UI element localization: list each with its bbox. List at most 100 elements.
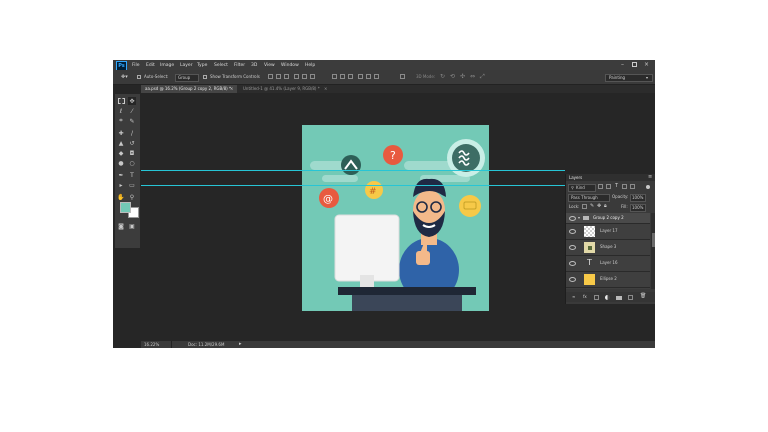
align-bottom-icon[interactable] bbox=[284, 74, 289, 79]
tab-close-icon[interactable]: × bbox=[230, 87, 233, 91]
layer-row[interactable]: T Layer 16 bbox=[566, 256, 650, 272]
screen-mode-icon[interactable]: ▣ bbox=[128, 222, 136, 230]
link-layers-icon[interactable]: ∞ bbox=[572, 295, 575, 299]
menu-3d[interactable]: 3D bbox=[251, 63, 257, 68]
auto-select-checkbox[interactable] bbox=[137, 75, 141, 79]
move-tool-icon[interactable]: ✥▾ bbox=[121, 75, 128, 80]
lock-transparent-icon[interactable] bbox=[582, 204, 587, 209]
minimize-icon[interactable]: – bbox=[621, 61, 624, 69]
zoom-level[interactable]: 16.22% bbox=[144, 343, 159, 347]
menu-view[interactable]: View bbox=[264, 63, 275, 68]
expand-arrow-icon[interactable]: ▾ bbox=[578, 216, 580, 220]
tab-aa-psd[interactable]: aa.psd @ 16.2% (Group 2 copy 2, RGB/8) *… bbox=[141, 85, 237, 93]
move-tool-icon[interactable]: ✥ bbox=[128, 97, 136, 105]
zoom-tool-icon[interactable]: ⚲ bbox=[128, 193, 136, 201]
blur-tool-icon[interactable]: ● bbox=[117, 159, 125, 167]
fill-field[interactable]: 100% bbox=[630, 204, 646, 212]
pen-tool-icon[interactable]: ✒ bbox=[117, 171, 125, 179]
healing-brush-icon[interactable]: ✚ bbox=[117, 129, 125, 137]
foreground-color-swatch[interactable] bbox=[120, 202, 131, 213]
opacity-field[interactable]: 100% bbox=[630, 194, 646, 202]
visibility-eye-icon[interactable] bbox=[569, 229, 576, 234]
visibility-eye-icon[interactable] bbox=[569, 216, 576, 221]
menu-layer[interactable]: Layer bbox=[180, 63, 193, 68]
eyedropper-icon[interactable]: ✎ bbox=[128, 117, 136, 125]
rectangle-tool-icon[interactable]: ▭ bbox=[128, 181, 136, 189]
auto-select-dropdown[interactable]: Group bbox=[175, 74, 199, 82]
marquee-tool-icon[interactable] bbox=[117, 97, 125, 105]
menu-edit[interactable]: Edit bbox=[146, 63, 155, 68]
paint-bucket-icon[interactable]: ◘ bbox=[128, 149, 136, 157]
distribute-vcenter-icon[interactable] bbox=[340, 74, 345, 79]
blend-mode-dropdown[interactable]: Pass Through bbox=[568, 194, 610, 202]
align-vcenter-icon[interactable] bbox=[276, 74, 281, 79]
dodge-tool-icon[interactable]: ○ bbox=[128, 159, 136, 167]
type-tool-icon[interactable]: T bbox=[128, 171, 136, 179]
distribute-hcenter-icon[interactable] bbox=[366, 74, 371, 79]
layer-style-icon[interactable]: fx bbox=[583, 295, 587, 299]
menu-window[interactable]: Window bbox=[281, 63, 299, 68]
distribute-bottom-icon[interactable] bbox=[348, 74, 353, 79]
auto-align-icon[interactable] bbox=[400, 74, 405, 79]
align-left-icon[interactable] bbox=[294, 74, 299, 79]
adjustment-layer-icon[interactable] bbox=[605, 295, 610, 300]
menu-filter[interactable]: Filter bbox=[234, 63, 245, 68]
distribute-right-icon[interactable] bbox=[374, 74, 379, 79]
3d-scale-icon[interactable]: ⤢ bbox=[480, 74, 485, 80]
visibility-eye-icon[interactable] bbox=[569, 277, 576, 282]
layer-row[interactable]: Shape 3 bbox=[566, 240, 650, 256]
panel-menu-icon[interactable]: ≡ bbox=[648, 175, 652, 180]
filter-smart-object-icon[interactable] bbox=[630, 184, 635, 189]
magic-wand-icon[interactable]: ⁄ bbox=[128, 107, 136, 115]
layer-mask-icon[interactable] bbox=[594, 295, 599, 300]
history-brush-icon[interactable]: ↺ bbox=[128, 139, 136, 147]
hand-tool-icon[interactable]: ✋ bbox=[117, 193, 125, 201]
eraser-tool-icon[interactable]: ◆ bbox=[117, 149, 125, 157]
menu-type[interactable]: Type bbox=[197, 63, 207, 68]
brush-tool-icon[interactable]: / bbox=[128, 129, 136, 137]
visibility-eye-icon[interactable] bbox=[569, 245, 576, 250]
distribute-left-icon[interactable] bbox=[358, 74, 363, 79]
quick-mask-icon[interactable]: ◙ bbox=[117, 222, 125, 230]
menu-file[interactable]: File bbox=[132, 63, 140, 68]
crop-tool-icon[interactable]: ⌗ bbox=[117, 117, 125, 125]
layer-row[interactable]: Ellipse 2 bbox=[566, 272, 650, 288]
lasso-tool-icon[interactable]: ℓ bbox=[117, 107, 125, 115]
3d-slide-icon[interactable]: ⇔ bbox=[470, 74, 475, 80]
filter-pixel-icon[interactable] bbox=[598, 184, 603, 189]
3d-rotate-icon[interactable]: ↻ bbox=[440, 74, 445, 80]
show-transform-checkbox[interactable] bbox=[203, 75, 207, 79]
horizontal-guide[interactable] bbox=[141, 185, 565, 186]
layer-group-row[interactable]: ▾ Group 2 copy 2 bbox=[566, 213, 650, 224]
canvas-artwork[interactable]: ? @ # bbox=[302, 125, 489, 311]
menu-select[interactable]: Select bbox=[214, 63, 228, 68]
new-layer-icon[interactable] bbox=[628, 295, 633, 300]
filter-type-icon[interactable]: T bbox=[615, 184, 618, 189]
clone-stamp-icon[interactable]: ▲ bbox=[117, 139, 125, 147]
tab-close-icon[interactable]: × bbox=[324, 87, 327, 91]
maximize-icon[interactable] bbox=[632, 62, 637, 67]
align-right-icon[interactable] bbox=[310, 74, 315, 79]
status-menu-arrow-icon[interactable]: ▸ bbox=[239, 342, 242, 347]
trash-icon[interactable]: 🗑︎ bbox=[640, 294, 646, 299]
path-selection-icon[interactable]: ▸ bbox=[117, 181, 125, 189]
filter-adjustment-icon[interactable] bbox=[606, 184, 611, 189]
filter-toggle-icon[interactable] bbox=[646, 185, 650, 189]
align-hcenter-icon[interactable] bbox=[302, 74, 307, 79]
menu-image[interactable]: Image bbox=[160, 63, 174, 68]
lock-pixels-icon[interactable]: ✎ bbox=[590, 204, 594, 209]
menu-help[interactable]: Help bbox=[305, 63, 315, 68]
layer-filter-dropdown[interactable]: ⚲ Kind bbox=[568, 184, 596, 192]
layer-list-scrollbar[interactable] bbox=[651, 213, 655, 289]
lock-position-icon[interactable]: ✥ bbox=[597, 204, 601, 209]
new-group-icon[interactable] bbox=[616, 296, 622, 300]
visibility-eye-icon[interactable] bbox=[569, 261, 576, 266]
tab-untitled-1[interactable]: Untitled-1 @ 41.4% (Layer 9, RGB/8) * × bbox=[239, 85, 331, 93]
layer-row[interactable]: Layer 17 bbox=[566, 224, 650, 240]
3d-drag-icon[interactable]: ✣ bbox=[460, 74, 465, 80]
filter-shape-icon[interactable] bbox=[622, 184, 627, 189]
workspace-dropdown[interactable]: Painting ▾ bbox=[605, 74, 653, 82]
distribute-top-icon[interactable] bbox=[332, 74, 337, 79]
close-icon[interactable]: × bbox=[644, 61, 649, 69]
layers-panel-title[interactable]: Layers bbox=[569, 176, 582, 180]
